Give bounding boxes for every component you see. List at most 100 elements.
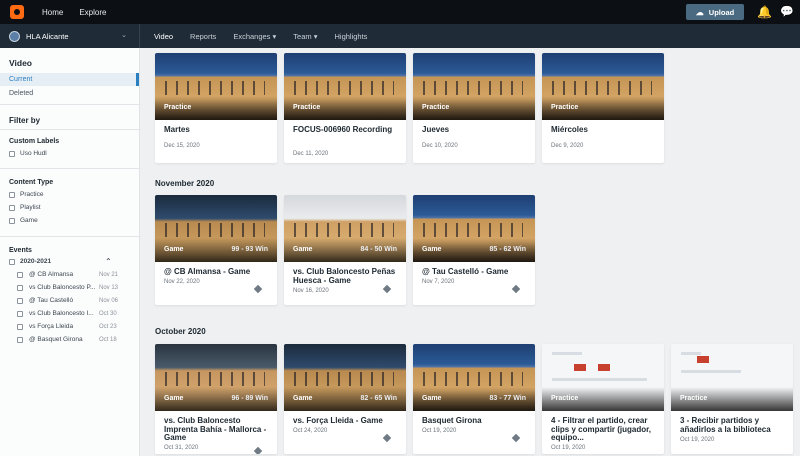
video-title: Basquet Girona xyxy=(422,416,482,425)
game-score: 83 - 77 Win xyxy=(489,395,526,402)
event-name: @ Basquet Girona xyxy=(29,336,83,343)
team-name: HLA Alicante xyxy=(26,31,69,41)
messages-chat-icon[interactable]: 💬 xyxy=(780,5,794,19)
video-type-tag: Game xyxy=(293,246,313,253)
video-card[interactable]: Game 85 - 62 Win @ Tau Castelló - Game N… xyxy=(413,195,535,305)
video-type-tag: Practice xyxy=(293,104,321,111)
tab-reports[interactable]: Reports xyxy=(190,32,216,41)
chevron-up-icon[interactable]: ⌃ xyxy=(105,257,112,266)
video-card[interactable]: Game 83 - 77 Win Basquet Girona Oct 19, … xyxy=(413,344,535,454)
video-title: vs. Club Baloncesto Peñas Huesca - Game xyxy=(293,267,396,285)
notifications-bell-icon[interactable]: 🔔 xyxy=(757,5,772,19)
players-graphic xyxy=(423,81,523,95)
event-date: Nov 13 xyxy=(99,285,119,291)
checkbox-event[interactable] xyxy=(17,337,23,343)
video-date: Oct 19, 2020 xyxy=(551,445,586,451)
event-name: vs Força Lleida xyxy=(29,323,74,330)
video-card[interactable]: Practice 4 - Filtrar el partido, crear c… xyxy=(542,344,664,454)
event-date: Oct 23 xyxy=(99,324,117,330)
section-tabs: Video Reports Exchanges ▾ Team ▾ Highlig… xyxy=(154,32,384,41)
video-type-tag: Practice xyxy=(551,104,579,111)
event-date: Oct 18 xyxy=(99,337,117,343)
checkbox-event[interactable] xyxy=(17,324,23,330)
video-type-tag: Game xyxy=(422,246,442,253)
tab-team[interactable]: Team ▾ xyxy=(293,32,317,41)
video-title: Jueves xyxy=(422,125,450,134)
video-title: 4 - Filtrar el partido, crear clips y co… xyxy=(551,416,652,442)
tab-highlights[interactable]: Highlights xyxy=(334,32,367,41)
doc-graphic xyxy=(681,370,741,373)
checkbox-season[interactable] xyxy=(9,259,15,265)
event-name: vs Club Baloncesto I... xyxy=(29,310,94,317)
divider xyxy=(0,236,139,237)
checkbox-game[interactable] xyxy=(9,218,15,224)
video-card[interactable]: Game 84 - 50 Win vs. Club Baloncesto Peñ… xyxy=(284,195,406,305)
team-switcher[interactable]: HLA Alicante ⌄ xyxy=(0,24,140,48)
video-type-tag: Practice xyxy=(164,104,192,111)
video-card[interactable]: Game 82 - 65 Win vs. Força Lleida - Game… xyxy=(284,344,406,454)
video-heading: Video xyxy=(9,58,32,68)
video-type-tag: Practice xyxy=(422,104,450,111)
video-date: Oct 31, 2020 xyxy=(164,445,199,451)
doc-graphic xyxy=(697,356,709,363)
video-card[interactable]: Practice Martes Dec 15, 2020 xyxy=(155,53,277,163)
checkbox-playlist[interactable] xyxy=(9,205,15,211)
tag-icon xyxy=(382,284,392,294)
tag-icon xyxy=(253,284,263,294)
video-title: Miércoles xyxy=(551,125,588,134)
event-name: @ Tau Castelló xyxy=(29,297,74,304)
checkbox-event[interactable] xyxy=(17,272,23,278)
month-heading-october: October 2020 xyxy=(155,327,206,336)
doc-graphic xyxy=(681,352,701,355)
doc-graphic xyxy=(552,352,582,355)
video-date: Oct 19, 2020 xyxy=(422,428,457,434)
checkbox-event[interactable] xyxy=(17,311,23,317)
video-card[interactable]: Game 99 - 93 Win @ CB Almansa - Game Nov… xyxy=(155,195,277,305)
tag-icon xyxy=(253,446,263,454)
tag-icon xyxy=(511,433,521,443)
players-graphic xyxy=(423,372,523,386)
events-heading: Events xyxy=(9,247,32,254)
video-library: Practice Martes Dec 15, 2020 Practice FO… xyxy=(140,48,800,456)
video-card[interactable]: Practice FOCUS-006960 Recording Dec 11, … xyxy=(284,53,406,163)
video-type-tag: Game xyxy=(422,395,442,402)
video-card[interactable]: Game 96 - 89 Win vs. Club Baloncesto Imp… xyxy=(155,344,277,454)
video-card[interactable]: Practice 3 - Recibir partidos y añadirlo… xyxy=(671,344,793,454)
divider xyxy=(0,129,139,130)
game-score: 82 - 65 Win xyxy=(360,395,397,402)
video-date: Dec 11, 2020 xyxy=(293,151,329,157)
sidebar-item-current[interactable]: Current xyxy=(9,76,32,83)
cloud-upload-icon: ☁ xyxy=(695,7,704,17)
players-graphic xyxy=(165,372,265,386)
video-title: vs. Força Lleida - Game xyxy=(293,416,383,425)
video-type-tag: Game xyxy=(164,246,184,253)
upload-label: Upload xyxy=(708,7,735,17)
video-card[interactable]: Practice Miércoles Dec 9, 2020 xyxy=(542,53,664,163)
label-practice: Practice xyxy=(20,191,44,198)
event-name: vs Club Baloncesto P... xyxy=(29,284,96,291)
divider xyxy=(0,104,139,105)
sidebar-item-deleted[interactable]: Deleted xyxy=(9,90,33,97)
month-heading-november: November 2020 xyxy=(155,179,215,188)
team-avatar xyxy=(9,30,20,42)
upload-button[interactable]: ☁ Upload xyxy=(686,4,744,20)
checkbox-practice[interactable] xyxy=(9,192,15,198)
checkbox-event[interactable] xyxy=(17,285,23,291)
video-title: @ CB Almansa - Game xyxy=(164,267,251,276)
checkbox-uso-hudl[interactable] xyxy=(9,151,15,157)
game-score: 96 - 89 Win xyxy=(231,395,268,402)
checkbox-event[interactable] xyxy=(17,298,23,304)
hudl-logo-icon[interactable] xyxy=(10,5,24,19)
nav-home[interactable]: Home xyxy=(42,8,63,17)
tab-exchanges[interactable]: Exchanges ▾ xyxy=(233,32,276,41)
video-date: Dec 15, 2020 xyxy=(164,143,200,149)
divider xyxy=(0,168,139,169)
nav-explore[interactable]: Explore xyxy=(79,8,106,17)
video-type-tag: Practice xyxy=(680,395,708,402)
game-score: 99 - 93 Win xyxy=(231,246,268,253)
video-title: @ Tau Castelló - Game xyxy=(422,267,509,276)
video-card[interactable]: Practice Jueves Dec 10, 2020 xyxy=(413,53,535,163)
players-graphic xyxy=(165,81,265,95)
video-date: Nov 16, 2020 xyxy=(293,288,329,294)
tab-video[interactable]: Video xyxy=(154,32,173,41)
